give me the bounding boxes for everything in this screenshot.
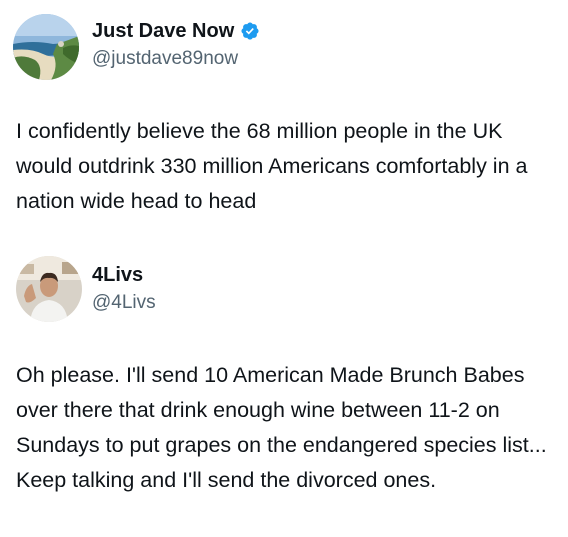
coastal-landscape-avatar-icon — [13, 14, 79, 80]
tweet-header: 4Livs @4Livs — [0, 246, 568, 336]
author-display-name[interactable]: 4Livs — [92, 262, 143, 288]
tweet-header: Just Dave Now @justdave89now — [0, 0, 568, 90]
person-photo-avatar-icon — [16, 256, 82, 322]
display-name-text: Just Dave Now — [92, 20, 235, 42]
author-handle[interactable]: @4Livs — [92, 290, 156, 316]
tweet-text: I confidently believe the 68 million peo… — [16, 119, 528, 213]
tweet-original[interactable]: Just Dave Now @justdave89now I confident… — [0, 0, 568, 213]
avatar[interactable] — [16, 256, 82, 322]
author-names: Just Dave Now @justdave89now — [92, 18, 260, 72]
author-names: 4Livs @4Livs — [92, 262, 156, 316]
tweet-text: Oh please. I'll send 10 American Made Br… — [16, 363, 547, 492]
verified-badge-icon — [240, 21, 260, 41]
tweet-reply[interactable]: 4Livs @4Livs Oh please. I'll send 10 Ame… — [0, 246, 568, 492]
author-display-name[interactable]: Just Dave Now — [92, 18, 260, 44]
tweet-stack: Just Dave Now @justdave89now I confident… — [0, 0, 568, 537]
avatar[interactable] — [13, 14, 79, 80]
author-handle[interactable]: @justdave89now — [92, 46, 260, 72]
display-name-text: 4Livs — [92, 264, 144, 286]
